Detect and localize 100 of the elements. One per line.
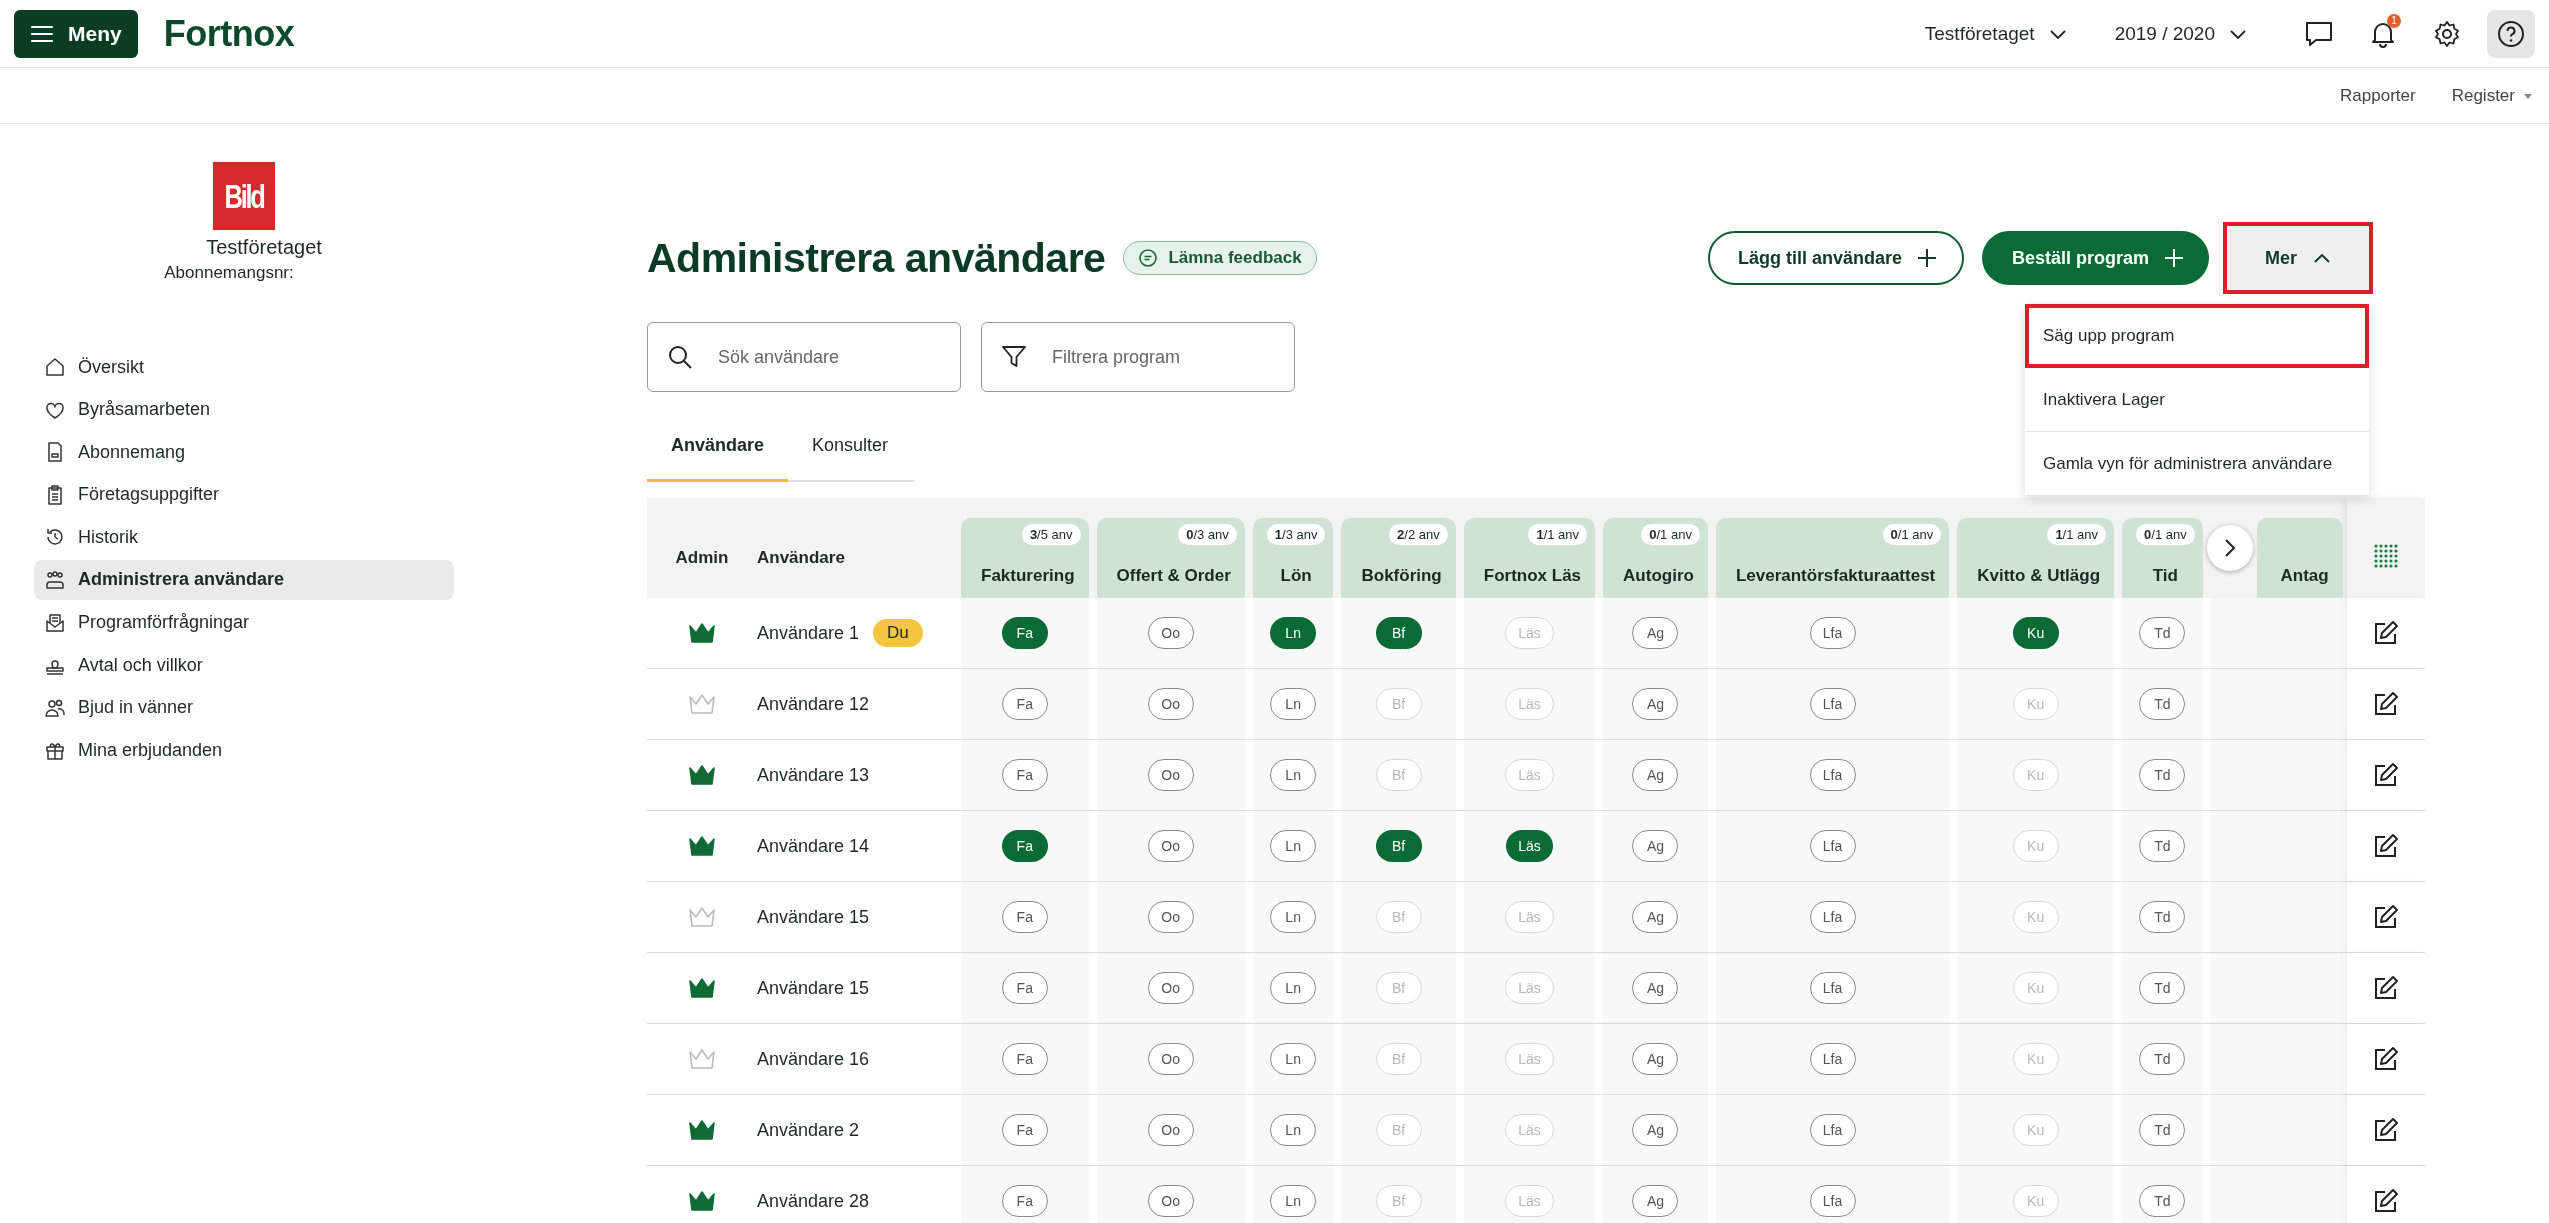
program-chip[interactable]: Ag bbox=[1632, 688, 1679, 720]
column-header[interactable]: 1/1 anv Kvitto & Utlägg bbox=[1957, 518, 2115, 598]
program-chip[interactable]: Läs bbox=[1506, 830, 1553, 862]
column-header[interactable]: 0/1 anv Tid bbox=[2122, 518, 2203, 598]
column-header[interactable]: 1/3 anv Lön bbox=[1252, 518, 1334, 598]
sidebar-item[interactable]: Företagsuppgifter bbox=[34, 474, 454, 515]
program-chip[interactable]: Oo bbox=[1147, 617, 1194, 649]
program-chip[interactable]: Td bbox=[2139, 1114, 2186, 1146]
tab[interactable]: Konsulter bbox=[788, 412, 913, 482]
program-chip[interactable]: Bf bbox=[1375, 830, 1422, 862]
search-field[interactable]: Sök användare bbox=[647, 322, 961, 392]
program-chip[interactable]: Fa bbox=[1001, 972, 1048, 1004]
menu-item[interactable]: Inaktivera Lager bbox=[2025, 368, 2369, 432]
sidebar-item[interactable]: Historik bbox=[34, 517, 454, 558]
column-header[interactable]: 0/1 anv Autogiro bbox=[1603, 518, 1708, 598]
column-header[interactable]: 1/1 anv Fortnox Läs bbox=[1463, 518, 1596, 598]
program-chip[interactable]: Lfa bbox=[1809, 830, 1856, 862]
logo[interactable]: Fortnox bbox=[163, 12, 295, 55]
year-selector[interactable]: 2019 / 2020 bbox=[2108, 21, 2253, 46]
crown-icon[interactable] bbox=[687, 834, 717, 858]
program-chip[interactable]: Fa bbox=[1001, 1185, 1048, 1217]
program-chip[interactable]: Ln bbox=[1270, 688, 1317, 720]
crown-icon[interactable] bbox=[687, 976, 717, 1000]
sidebar-item[interactable]: Avtal och villkor bbox=[34, 645, 454, 686]
tab[interactable]: Användare bbox=[647, 412, 789, 482]
nav-link[interactable]: Register bbox=[2451, 85, 2533, 106]
program-chip[interactable]: Ln bbox=[1270, 1185, 1317, 1217]
column-header[interactable]: Antag bbox=[2256, 518, 2343, 598]
sidebar-item[interactable]: Mina erbjudanden bbox=[34, 730, 454, 771]
program-chip[interactable]: Ku bbox=[2012, 617, 2059, 649]
sidebar-item[interactable]: Abonnemang bbox=[34, 432, 454, 473]
program-chip[interactable]: Ag bbox=[1632, 1185, 1679, 1217]
column-header[interactable]: 0/3 anv Offert & Order bbox=[1096, 518, 1245, 598]
program-chip[interactable]: Oo bbox=[1147, 1043, 1194, 1075]
program-chip[interactable]: Ln bbox=[1270, 830, 1317, 862]
program-chip[interactable]: Bf bbox=[1375, 617, 1422, 649]
program-chip[interactable]: Fa bbox=[1001, 830, 1048, 862]
program-chip[interactable]: Td bbox=[2139, 901, 2186, 933]
notifications-button[interactable]: 1 bbox=[2359, 9, 2407, 58]
column-header[interactable]: 2/2 anv Bokföring bbox=[1341, 518, 1456, 598]
program-chip[interactable]: Fa bbox=[1001, 1114, 1048, 1146]
program-chip[interactable]: Fa bbox=[1001, 617, 1048, 649]
program-chip[interactable]: Ln bbox=[1270, 1114, 1317, 1146]
program-chip[interactable]: Oo bbox=[1147, 1114, 1194, 1146]
nav-link[interactable]: Rapporter bbox=[2340, 85, 2416, 106]
program-chip[interactable]: Lfa bbox=[1809, 901, 1856, 933]
program-chip[interactable]: Ag bbox=[1632, 617, 1679, 649]
feedback-button[interactable]: Lämna feedback bbox=[1123, 241, 1317, 275]
program-chip[interactable]: Ag bbox=[1632, 1114, 1679, 1146]
program-chip[interactable]: Oo bbox=[1147, 901, 1194, 933]
program-chip[interactable]: Td bbox=[2139, 1043, 2186, 1075]
program-chip[interactable]: Ag bbox=[1632, 759, 1679, 791]
program-chip[interactable]: Oo bbox=[1147, 759, 1194, 791]
program-chip[interactable]: Fa bbox=[1001, 759, 1048, 791]
program-chip[interactable]: Lfa bbox=[1809, 617, 1856, 649]
order-program-button[interactable]: Beställ program bbox=[1981, 231, 2209, 285]
sidebar-item[interactable]: Administrera användare bbox=[34, 559, 454, 600]
crown-icon[interactable] bbox=[687, 621, 717, 645]
program-chip[interactable]: Oo bbox=[1147, 1185, 1194, 1217]
program-chip[interactable]: Fa bbox=[1001, 901, 1048, 933]
program-chip[interactable]: Oo bbox=[1147, 972, 1194, 1004]
program-chip[interactable]: Lfa bbox=[1809, 1185, 1856, 1217]
scroll-right-button[interactable] bbox=[2206, 525, 2253, 571]
crown-icon[interactable] bbox=[687, 763, 717, 787]
program-chip[interactable]: Lfa bbox=[1809, 1114, 1856, 1146]
sidebar-item[interactable]: Översikt bbox=[34, 347, 454, 387]
menu-item[interactable]: Gamla vyn för administrera användare bbox=[2025, 432, 2369, 496]
column-header[interactable]: 0/1 anv Leverantörsfakturaattest bbox=[1715, 518, 1950, 598]
program-chip[interactable]: Td bbox=[2139, 759, 2186, 791]
column-header[interactable]: 3/5 anv Fakturering bbox=[961, 518, 1089, 598]
crown-icon[interactable] bbox=[687, 1189, 717, 1213]
sidebar-item[interactable]: Bjud in vänner bbox=[34, 687, 454, 728]
program-chip[interactable]: Td bbox=[2139, 1185, 2186, 1217]
program-chip[interactable]: Ln bbox=[1270, 901, 1317, 933]
program-chip[interactable]: Ag bbox=[1632, 830, 1679, 862]
program-chip[interactable]: Td bbox=[2139, 688, 2186, 720]
program-chip[interactable]: Fa bbox=[1001, 688, 1048, 720]
program-chip[interactable]: Oo bbox=[1147, 830, 1194, 862]
program-chip[interactable]: Lfa bbox=[1809, 688, 1856, 720]
crown-icon[interactable] bbox=[687, 1118, 717, 1142]
sidebar-item[interactable]: Byråsamarbeten bbox=[34, 389, 454, 430]
program-chip[interactable]: Ag bbox=[1632, 1043, 1679, 1075]
program-chip[interactable]: Ln bbox=[1270, 972, 1317, 1004]
program-chip[interactable]: Lfa bbox=[1809, 1043, 1856, 1075]
grid-icon[interactable] bbox=[2372, 543, 2399, 569]
filter-field[interactable]: Filtrera program bbox=[981, 322, 1295, 392]
program-chip[interactable]: Lfa bbox=[1809, 972, 1856, 1004]
program-chip[interactable]: Td bbox=[2139, 617, 2186, 649]
program-chip[interactable]: Ag bbox=[1632, 972, 1679, 1004]
company-selector[interactable]: Testföretaget bbox=[1918, 21, 2073, 46]
program-chip[interactable]: Lfa bbox=[1809, 759, 1856, 791]
program-chip[interactable]: Ag bbox=[1632, 901, 1679, 933]
help-button[interactable] bbox=[2487, 9, 2535, 58]
add-user-button[interactable]: Lägg till användare bbox=[1707, 231, 1964, 285]
program-chip[interactable]: Ln bbox=[1270, 617, 1317, 649]
program-chip[interactable]: Oo bbox=[1147, 688, 1194, 720]
program-chip[interactable]: Ln bbox=[1270, 759, 1317, 791]
program-chip[interactable]: Td bbox=[2139, 830, 2186, 862]
menu-button[interactable]: Meny bbox=[14, 9, 138, 58]
sidebar-item[interactable]: Programförfrågningar bbox=[34, 602, 454, 643]
